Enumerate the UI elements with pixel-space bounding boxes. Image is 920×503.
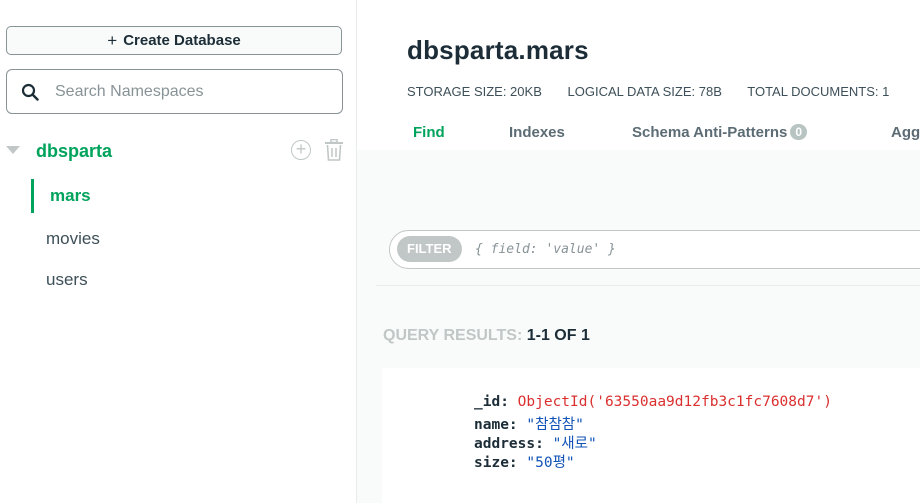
divider xyxy=(376,285,920,286)
collection-item-mars[interactable]: mars xyxy=(31,179,331,213)
tab-schema-anti-patterns[interactable]: Schema Anti-Patterns 0 xyxy=(632,124,808,141)
field-size-key: size: xyxy=(474,455,518,471)
sidebar: + Create Database dbsparta + mars movies… xyxy=(0,0,357,503)
create-database-label: Create Database xyxy=(123,32,241,49)
total-documents: TOTAL DOCUMENTS: 1 xyxy=(747,84,890,99)
caret-down-icon[interactable] xyxy=(6,146,20,154)
filter-bar[interactable]: FILTER { field: 'value' } xyxy=(389,230,920,269)
field-name: name: "참참참" xyxy=(474,413,584,434)
document-card[interactable]: _id: ObjectId('63550aa9d12fb3c1fc7608d7'… xyxy=(382,368,920,503)
database-name[interactable]: dbsparta xyxy=(36,141,112,162)
filter-label: FILTER xyxy=(397,236,462,262)
field-size: size: "50평" xyxy=(474,451,575,472)
field-id-value: ObjectId('63550aa9d12fb3c1fc7608d7') xyxy=(517,394,832,410)
schema-count-badge: 0 xyxy=(790,124,808,140)
field-id-key: _id: xyxy=(474,394,509,410)
query-results-label: QUERY RESULTS: 1-1 OF 1 xyxy=(383,327,590,345)
field-address-value: "새로" xyxy=(552,436,597,452)
storage-size: STORAGE SIZE: 20KB xyxy=(407,84,542,99)
query-results-title: QUERY RESULTS: xyxy=(383,327,523,344)
search-namespaces-input[interactable] xyxy=(53,81,317,102)
search-icon xyxy=(21,83,39,101)
collection-item-movies[interactable]: movies xyxy=(31,222,331,256)
database-item[interactable]: dbsparta + xyxy=(0,136,356,166)
tab-bar: Find Indexes Schema Anti-Patterns 0 Agg xyxy=(357,112,920,150)
page-title: dbsparta.mars xyxy=(407,35,589,65)
collection-stats: STORAGE SIZE: 20KB LOGICAL DATA SIZE: 78… xyxy=(407,84,911,99)
logical-data-size: LOGICAL DATA SIZE: 78B xyxy=(567,84,722,99)
field-size-value: "50평" xyxy=(526,455,575,471)
collection-item-users[interactable]: users xyxy=(31,263,331,297)
search-box xyxy=(6,69,343,114)
query-results-count: 1-1 OF 1 xyxy=(526,327,590,344)
field-id: _id: ObjectId('63550aa9d12fb3c1fc7608d7'… xyxy=(474,394,832,410)
filter-input[interactable]: { field: 'value' } xyxy=(475,242,616,257)
create-database-button[interactable]: + Create Database xyxy=(6,26,342,55)
field-name-key: name: xyxy=(474,417,518,433)
main-panel: dbsparta.mars STORAGE SIZE: 20KB LOGICAL… xyxy=(357,0,920,503)
add-circle-icon[interactable]: + xyxy=(291,140,311,160)
tab-schema-label: Schema Anti-Patterns xyxy=(632,124,788,141)
field-address: address: "새로" xyxy=(474,432,597,453)
tab-find[interactable]: Find xyxy=(413,124,445,141)
plus-icon: + xyxy=(107,30,118,50)
field-address-key: address: xyxy=(474,436,544,452)
tab-indexes[interactable]: Indexes xyxy=(509,124,565,141)
field-name-value: "참참참" xyxy=(526,417,584,433)
trash-icon[interactable] xyxy=(324,139,344,161)
tab-aggregations[interactable]: Agg xyxy=(891,124,920,141)
content-area: FILTER { field: 'value' } QUERY RESULTS:… xyxy=(357,150,920,503)
